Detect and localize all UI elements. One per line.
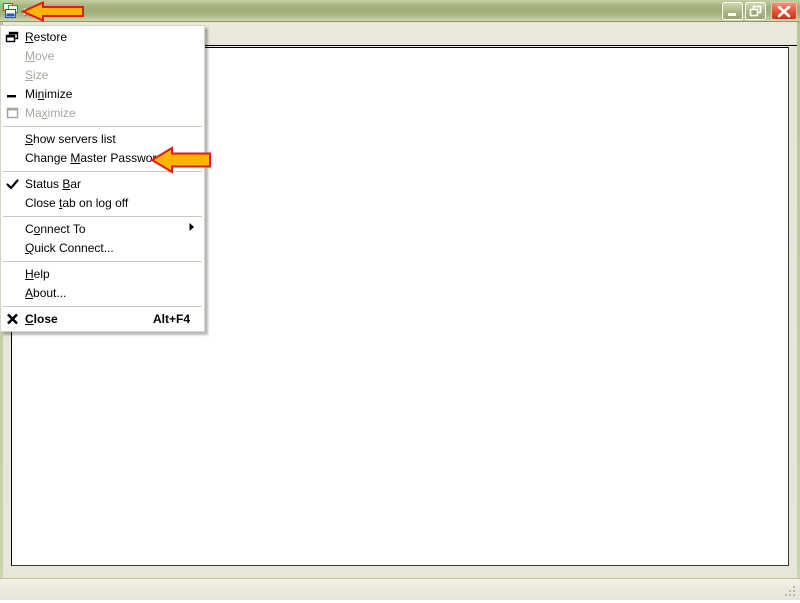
menu-item-label: Size xyxy=(25,68,49,82)
menu-separator xyxy=(3,261,202,262)
menu-item-label: Status Bar xyxy=(25,177,82,191)
menu-separator xyxy=(3,306,202,307)
menu-item-label: Restore xyxy=(25,30,68,44)
title-bar[interactable]: mRemote xyxy=(0,0,800,22)
menu-item-label: Connect To xyxy=(25,222,86,236)
menu-item-help[interactable]: Help xyxy=(1,265,204,284)
menu-item-about[interactable]: About... xyxy=(1,284,204,303)
menu-separator xyxy=(3,171,202,172)
chevron-right-icon xyxy=(188,220,196,239)
menu-item-quick-connect[interactable]: Quick Connect... xyxy=(1,239,204,258)
menu-item-change-master-password[interactable]: Change Master Password xyxy=(1,149,204,168)
menu-item-close[interactable]: Close Alt+F4 xyxy=(1,310,204,329)
menu-item-label: Help xyxy=(25,267,50,281)
menu-item-connect-to[interactable]: Connect To xyxy=(1,220,204,239)
minimize-button[interactable] xyxy=(722,2,743,20)
minimize-icon xyxy=(5,87,21,102)
menu-item-maximize: Maximize xyxy=(1,104,204,123)
menu-item-close-tab-on-log-off[interactable]: Close tab on log off xyxy=(1,194,204,213)
menu-item-status-bar[interactable]: Status Bar xyxy=(1,175,204,194)
menu-item-label: Move xyxy=(25,49,55,63)
menu-item-minimize[interactable]: Minimize xyxy=(1,85,204,104)
menu-item-label: Show servers list xyxy=(25,132,116,146)
check-icon xyxy=(5,177,21,192)
menu-item-label: Close xyxy=(25,312,58,326)
resize-grip-icon[interactable] xyxy=(783,584,797,598)
menu-item-show-servers-list[interactable]: Show servers list xyxy=(1,130,204,149)
menu-item-label: Close tab on log off xyxy=(25,196,129,210)
menu-item-label: Change Master Password xyxy=(25,151,164,165)
close-button[interactable] xyxy=(771,2,797,20)
menu-item-label: About... xyxy=(25,286,67,300)
menu-separator xyxy=(3,216,202,217)
restore-button[interactable] xyxy=(745,2,766,20)
menu-item-label: Quick Connect... xyxy=(25,241,114,255)
menu-item-restore[interactable]: Restore xyxy=(1,28,204,47)
menu-separator xyxy=(3,126,202,127)
system-menu[interactable]: Restore Move Size Minimize Maximize Show serv… xyxy=(0,25,205,332)
menu-item-label: Maximize xyxy=(25,106,76,120)
menu-item-size: Size xyxy=(1,66,204,85)
close-x-icon xyxy=(5,312,21,327)
menu-item-move: Move xyxy=(1,47,204,66)
maximize-icon xyxy=(5,106,21,121)
restore-icon xyxy=(5,30,21,45)
application-window: mRemote Restore Move Size Minimize Maxim… xyxy=(0,0,800,600)
window-title: mRemote xyxy=(23,4,79,18)
menu-item-shortcut: Alt+F4 xyxy=(152,312,190,326)
app-windows-icon[interactable] xyxy=(3,3,19,19)
status-bar xyxy=(0,578,800,600)
menu-item-label: Minimize xyxy=(25,87,73,101)
